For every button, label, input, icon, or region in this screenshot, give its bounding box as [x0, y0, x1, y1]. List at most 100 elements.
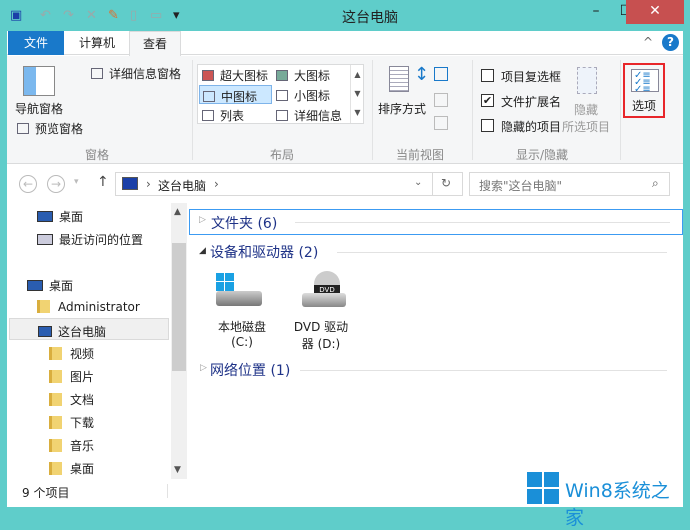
medium-icons-icon [203, 91, 215, 102]
group-label-panes: 窗格 [84, 148, 109, 162]
layout-extra-large-icons[interactable]: 超大图标 [202, 67, 268, 84]
layout-label: 列表 [220, 109, 245, 123]
computer-icon [122, 177, 138, 190]
help-icon[interactable]: ? [662, 34, 679, 51]
address-bar[interactable]: › 这台电脑 › ⌄ ↻ [115, 172, 463, 196]
expand-icon[interactable]: ▷ [200, 363, 207, 373]
size-columns-icon[interactable] [434, 116, 448, 130]
address-dropdown-icon[interactable]: ⌄ [414, 177, 422, 188]
customize-qat-icon[interactable]: ▾ [173, 8, 180, 23]
nav-item-desktop-favorite[interactable]: 桌面 [37, 208, 83, 225]
nav-item-desktop[interactable]: 桌面 [27, 277, 73, 294]
redo-icon[interactable]: ↷ [63, 8, 74, 23]
layout-medium-icons[interactable]: 中图标 [199, 85, 272, 104]
nav-item-documents[interactable]: 文档 [49, 391, 94, 408]
nav-scrollbar[interactable]: ▲ ▼ [171, 203, 187, 479]
user-folder-icon [37, 300, 50, 313]
back-button[interactable]: ← [19, 175, 37, 193]
group-label-current-view: 当前视图 [395, 148, 444, 162]
hidden-items-checkbox[interactable] [481, 119, 494, 132]
breadcrumb-separator[interactable]: › [146, 177, 151, 191]
add-columns-icon[interactable] [434, 93, 448, 107]
nav-item-this-pc[interactable]: 这台电脑 [9, 318, 169, 340]
item-count: 9 个项目 [22, 486, 70, 500]
layout-label: 大图标 [294, 69, 331, 83]
delete-icon[interactable]: ✕ [86, 8, 97, 23]
scroll-up-icon[interactable]: ▲ [174, 207, 181, 217]
navigation-pane-button[interactable]: 导航窗格 [15, 100, 63, 117]
drive-label: DVD 驱动 [293, 320, 349, 334]
item-checkboxes-label[interactable]: 项目复选框 [501, 68, 561, 85]
drive-c[interactable]: 本地磁盘 (C:) [212, 271, 272, 351]
hidden-items-label[interactable]: 隐藏的项目 [501, 118, 561, 135]
undo-icon[interactable]: ↶ [40, 8, 51, 23]
group-header-folders[interactable]: ▷ 文件夹 (6) [189, 209, 683, 235]
scroll-down-icon[interactable]: ▼ [174, 465, 181, 475]
nav-label: 图片 [70, 370, 95, 384]
tab-view[interactable]: 查看 [129, 31, 181, 57]
tab-file[interactable]: 文件 [8, 31, 64, 55]
collapse-ribbon-icon[interactable]: ^ [643, 35, 653, 49]
nav-item-recent-places[interactable]: 最近访问的位置 [37, 231, 143, 248]
layout-large-icons[interactable]: 大图标 [276, 67, 330, 84]
tab-computer[interactable]: 计算机 [67, 31, 127, 55]
file-extensions-label[interactable]: 文件扩展名 [501, 93, 561, 110]
group-label: 文件夹 (6) [211, 216, 278, 232]
details-icon [276, 110, 288, 121]
group-header-devices[interactable]: 设备和驱动器 (2) [210, 242, 318, 262]
expand-icon[interactable]: ▷ [199, 215, 206, 225]
nav-label: 视频 [70, 347, 95, 361]
computer-icon: ▣ [10, 8, 23, 23]
ribbon-tabs: 文件 计算机 查看 ^ ? [7, 31, 683, 57]
refresh-icon[interactable]: ↻ [441, 176, 451, 190]
group-header-network[interactable]: 网络位置 (1) [210, 360, 290, 380]
layout-label: 小图标 [294, 89, 331, 103]
divider [192, 60, 193, 160]
search-icon[interactable]: ⌕ [652, 176, 659, 191]
preview-pane-button[interactable]: 预览窗格 [17, 120, 83, 137]
nav-item-pictures[interactable]: 图片 [49, 368, 94, 385]
layout-small-icons[interactable]: 小图标 [276, 87, 330, 104]
forward-button[interactable]: → [47, 175, 65, 193]
layout-list[interactable]: 列表 [202, 107, 244, 124]
nav-item-desktop-folder[interactable]: 桌面 [49, 460, 94, 477]
rename-icon[interactable]: ▭ [150, 8, 162, 23]
nav-label: 这台电脑 [58, 325, 107, 339]
downloads-folder-icon [49, 416, 62, 429]
up-button[interactable]: ↑ [97, 174, 109, 190]
item-checkboxes-checkbox[interactable] [481, 69, 494, 82]
breadcrumb-separator[interactable]: › [214, 177, 219, 191]
window-title: 这台电脑 [342, 10, 398, 26]
file-extensions-checkbox[interactable]: ✔ [481, 94, 494, 107]
layout-details[interactable]: 详细信息 [276, 107, 342, 124]
properties-icon[interactable]: ✎ [108, 8, 119, 23]
drive-letter: 器 (D:) [301, 337, 341, 351]
sort-by-icon [389, 66, 409, 92]
large-icons-icon [276, 70, 288, 81]
nav-item-music[interactable]: 音乐 [49, 437, 94, 454]
options-icon: ✓≡ ✓≡ ✓≡ [631, 69, 659, 95]
gallery-scroll[interactable]: ▲ ▼ ▼ [350, 65, 364, 123]
minimize-button[interactable]: – [580, 0, 612, 24]
drive-d[interactable]: DVD DVD 驱动 器 (D:) [290, 271, 352, 351]
layout-label: 详细信息 [294, 109, 343, 123]
nav-item-administrator[interactable]: Administrator [37, 300, 140, 314]
nav-item-videos[interactable]: 视频 [49, 345, 94, 362]
divider [295, 222, 670, 223]
options-button[interactable]: ✓≡ ✓≡ ✓≡ 选项 [623, 63, 665, 118]
collapse-icon[interactable]: ◢ [199, 246, 206, 256]
new-folder-icon[interactable]: ▯ [130, 8, 137, 23]
music-folder-icon [49, 439, 62, 452]
scroll-thumb[interactable] [172, 243, 186, 371]
desktop-icon [27, 280, 43, 291]
close-button[interactable]: ✕ [626, 0, 684, 24]
details-pane-button[interactable]: 详细信息窗格 [91, 65, 181, 82]
documents-folder-icon [49, 393, 62, 406]
divider [472, 60, 473, 160]
group-by-icon[interactable] [434, 67, 448, 81]
nav-item-downloads[interactable]: 下载 [49, 414, 94, 431]
search-input[interactable]: 搜索"这台电脑" ⌕ [469, 172, 670, 196]
recent-locations-button[interactable]: ▾ [74, 177, 79, 187]
breadcrumb-this-pc[interactable]: 这台电脑 [158, 177, 206, 194]
sort-by-button[interactable]: 排序方式 [378, 100, 426, 117]
